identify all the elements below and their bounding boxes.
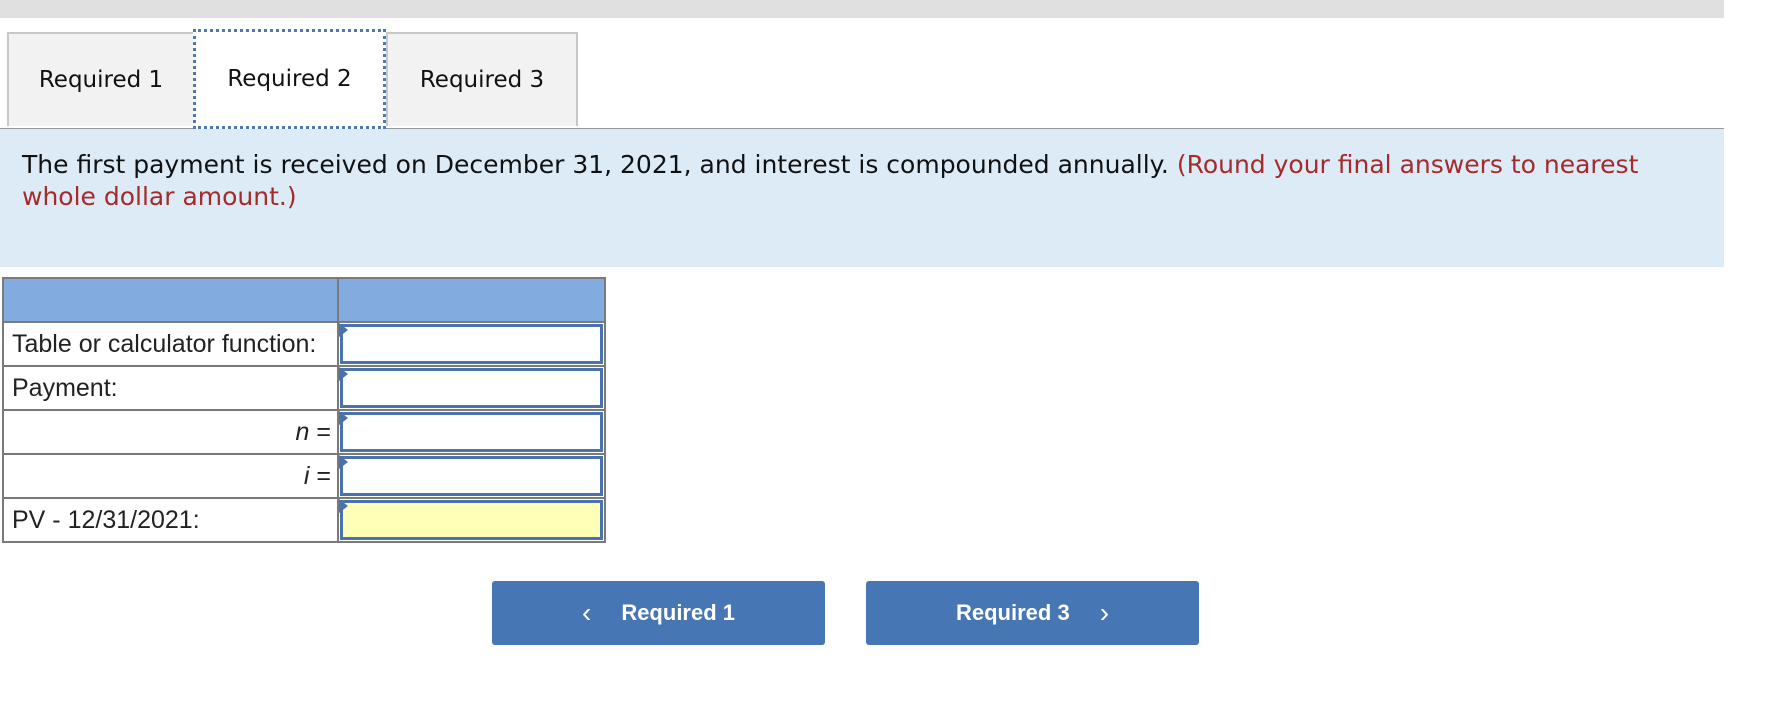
pv-input[interactable] (343, 503, 600, 537)
prompt-text: The first payment is received on Decembe… (22, 150, 1169, 179)
dropdown-marker-icon (339, 455, 348, 469)
payment-input-box (340, 368, 603, 408)
dropdown-marker-icon (339, 411, 348, 425)
row-label-i: i = (2, 453, 339, 499)
tab-required-1[interactable]: Required 1 (7, 32, 195, 126)
question-prompt: The first payment is received on Decembe… (0, 129, 1724, 267)
dropdown-marker-icon (339, 367, 348, 381)
row-cell-function (337, 321, 606, 367)
row-label-n: n = (2, 409, 339, 455)
prev-required-1-button[interactable]: ‹ Required 1 (492, 581, 825, 645)
tab-required-2[interactable]: Required 2 (193, 29, 386, 129)
n-variable: n (295, 417, 310, 446)
function-input-box (340, 324, 603, 364)
n-input-box (340, 412, 603, 452)
table-row: i = (2, 453, 606, 499)
chevron-left-icon: ‹ (581, 597, 592, 628)
i-input-box (340, 456, 603, 496)
table-header-row (2, 277, 606, 323)
table-row: Payment: (2, 365, 606, 411)
table-row: Table or calculator function: (2, 321, 606, 367)
answer-table: Table or calculator function: Payment: n… (2, 277, 606, 543)
row-label-pv: PV - 12/31/2021: (2, 497, 339, 543)
n-input[interactable] (343, 415, 600, 449)
row-cell-pv (337, 497, 606, 543)
prev-button-label: Required 1 (621, 600, 736, 625)
row-label-payment: Payment: (2, 365, 339, 411)
i-input[interactable] (343, 459, 600, 493)
row-cell-payment (337, 365, 606, 411)
function-input[interactable] (343, 327, 600, 361)
equals-sign: = (309, 417, 331, 446)
table-row: PV - 12/31/2021: (2, 497, 606, 543)
pv-input-box (340, 500, 603, 540)
tab-bar: Required 1 Required 3 Required 2 (0, 29, 1724, 130)
row-cell-i (337, 453, 606, 499)
next-required-3-button[interactable]: Required 3 › (866, 581, 1199, 645)
header-cell-value (337, 277, 606, 323)
payment-input[interactable] (343, 371, 600, 405)
top-bar (0, 0, 1724, 18)
header-cell-label (2, 277, 339, 323)
next-button-label: Required 3 (955, 600, 1070, 625)
dropdown-marker-icon (339, 499, 348, 513)
equals-sign: = (309, 461, 331, 490)
dropdown-marker-icon (339, 323, 348, 337)
chevron-right-icon: › (1099, 597, 1110, 628)
row-label-function: Table or calculator function: (2, 321, 339, 367)
table-row: n = (2, 409, 606, 455)
tab-required-3[interactable]: Required 3 (386, 32, 578, 126)
row-cell-n (337, 409, 606, 455)
